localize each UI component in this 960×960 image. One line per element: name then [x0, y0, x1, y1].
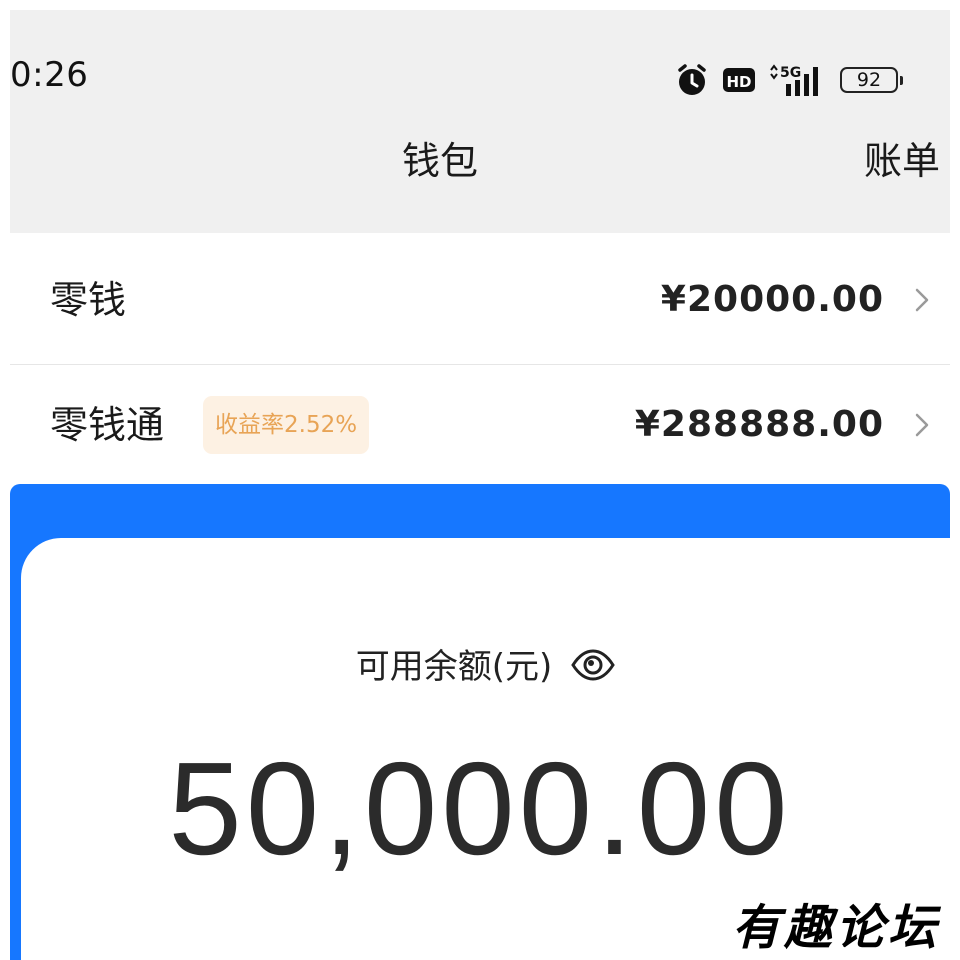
row-label: 零钱通 — [50, 403, 165, 447]
row-amount: ¥288888.00 — [634, 404, 884, 445]
svg-text:5G: 5G — [780, 65, 801, 81]
chevron-right-icon — [915, 413, 929, 437]
wallet-row-change-plus[interactable]: 零钱通 收益率2.52% ¥288888.00 — [10, 366, 950, 484]
5g-signal-icon: 5G — [768, 62, 828, 98]
balance-label-row: 可用余额(元) — [21, 648, 960, 686]
row-amount: ¥20000.00 — [660, 279, 884, 320]
header: 0:26 HD 5G 92 钱包 账单 — [10, 10, 950, 233]
status-icons: HD 5G 92 — [674, 60, 903, 100]
divider — [10, 364, 950, 365]
alarm-icon — [674, 62, 710, 98]
balance-label: 可用余额(元) — [355, 647, 553, 687]
wallet-page: 0:26 HD 5G 92 钱包 账单 零钱 ¥20000.00 零钱通 收益率… — [0, 0, 960, 960]
eye-icon[interactable] — [570, 648, 616, 686]
yield-rate-badge: 收益率2.52% — [203, 396, 370, 454]
wallet-row-change[interactable]: 零钱 ¥20000.00 — [10, 234, 950, 366]
svg-text:HD: HD — [726, 73, 751, 91]
battery-icon: 92 — [840, 67, 903, 93]
bill-link[interactable]: 账单 — [864, 142, 940, 180]
status-time: 0:26 — [10, 55, 89, 95]
hd-icon: HD — [722, 66, 756, 94]
page-title: 钱包 — [401, 139, 478, 183]
chevron-right-icon — [915, 288, 929, 312]
row-label: 零钱 — [50, 278, 127, 322]
battery-level: 92 — [856, 69, 882, 91]
watermark: 有趣论坛 — [731, 900, 940, 956]
balance-amount: 50,000.00 — [168, 735, 792, 882]
